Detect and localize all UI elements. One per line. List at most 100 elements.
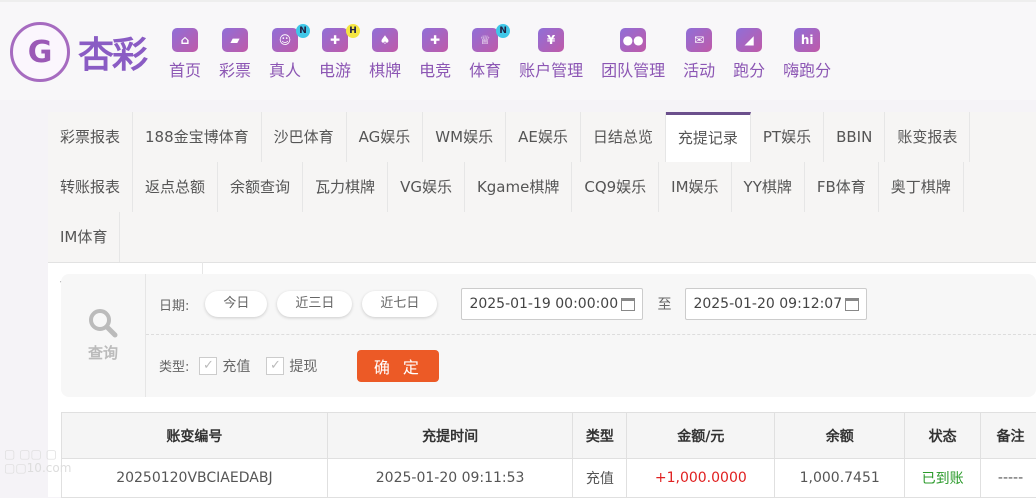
nav-label: 首页 xyxy=(169,57,201,81)
nav-label: 彩票 xyxy=(219,57,251,81)
main-nav: ⌂首页 ▰ 彩票 ☺N真人✚H电游 ♠ 棋牌 ✚ 电竞 ♕N体育 ¥ 账户管理 ●● 团队管理 ✉ 活动 ◢ 跑… xyxy=(160,28,840,81)
team-icon: ●● xyxy=(620,28,646,52)
today-button[interactable]: 今日 xyxy=(205,291,267,317)
tab-17[interactable]: CQ9娱乐 xyxy=(572,162,659,212)
tab-14[interactable]: 瓦力棋牌 xyxy=(303,162,388,212)
nav-item-5[interactable]: ✚ 电竞 xyxy=(410,28,460,81)
logo-text: 杏彩 xyxy=(78,26,146,78)
query-label-column: 查询 xyxy=(61,274,146,397)
tab-12[interactable]: 返点总额 xyxy=(133,162,218,212)
column-header: 备注 xyxy=(981,413,1036,459)
deposit-checkbox[interactable]: ✓充值 xyxy=(199,356,250,376)
gift-icon: ✉ xyxy=(686,28,712,52)
tab-5[interactable]: AE娱乐 xyxy=(506,112,581,162)
nav-item-2[interactable]: ☺N真人 xyxy=(260,28,310,81)
watermark: ▢ ▢▢ ▢▢▢10.com xyxy=(4,447,71,475)
column-header: 金额/元 xyxy=(627,413,775,459)
nav-item-8[interactable]: ●● 团队管理 xyxy=(592,28,674,81)
nav-label: 真人 xyxy=(269,57,301,81)
nav-label: 体育 xyxy=(469,57,501,81)
end-date-value: 2025-01-20 09:12:07 xyxy=(693,296,842,312)
nav-item-3[interactable]: ✚H电游 xyxy=(310,28,360,81)
tab-10[interactable]: 账变报表 xyxy=(885,112,970,162)
table-cell: ----- xyxy=(981,459,1036,498)
nav-item-6[interactable]: ♕N体育 xyxy=(460,28,510,81)
top-header: G 杏彩 ⌂首页▰彩票☺N真人✚H电游♠棋牌✚电竞♕N体育¥账户管理●●团队管理… xyxy=(0,0,1036,100)
nav-label: 嗨跑分 xyxy=(783,57,831,81)
table-cell: 充值 xyxy=(573,459,627,498)
badge-n: N xyxy=(296,24,310,38)
last-3-days-button[interactable]: 近三日 xyxy=(277,291,352,317)
tab-row-filler xyxy=(970,112,1036,162)
column-header: 状态 xyxy=(905,413,981,459)
tab-18[interactable]: IM娱乐 xyxy=(659,162,731,212)
end-date-input[interactable]: 2025-01-20 09:12:07 xyxy=(685,288,867,320)
cards-icon: ♠ xyxy=(372,28,398,52)
nav-label: 棋牌 xyxy=(369,57,401,81)
table-cell: +1,000.0000 xyxy=(627,459,775,498)
nav-label: 电竞 xyxy=(419,57,451,81)
table-cell: 已到账 xyxy=(905,459,981,498)
ticket-icon: ▰ xyxy=(222,28,248,52)
rhino-icon: ◢ xyxy=(736,28,762,52)
nav-item-4[interactable]: ♠ 棋牌 xyxy=(360,28,410,81)
tab-3[interactable]: AG娱乐 xyxy=(347,112,424,162)
badge-h: H xyxy=(346,24,360,38)
withdraw-label: 提现 xyxy=(289,356,317,376)
start-date-input[interactable]: 2025-01-19 00:00:00 xyxy=(461,288,643,320)
tab-16[interactable]: Kgame棋牌 xyxy=(465,162,572,212)
table-cell: 20250120VBCIAEDABJ xyxy=(62,459,328,498)
column-header: 余额 xyxy=(775,413,905,459)
tab-9[interactable]: BBIN xyxy=(824,112,885,162)
report-tabs: 彩票报表188金宝博体育沙巴体育AG娱乐WM娱乐AE娱乐日结总览充提记录PT娱乐… xyxy=(48,112,1036,263)
nav-label: 团队管理 xyxy=(601,57,665,81)
nav-label: 活动 xyxy=(683,57,715,81)
tab-20[interactable]: FB体育 xyxy=(805,162,879,212)
tab-0[interactable]: 彩票报表 xyxy=(48,112,133,162)
query-panel: 查询 日期: 今日 近三日 近七日 2025-01-19 00:00:00 至 … xyxy=(61,274,1036,397)
type-label: 类型: xyxy=(159,356,189,375)
records-table: 账变编号充提时间类型金额/元余额状态备注 20250120VBCIAEDABJ2… xyxy=(61,412,1036,498)
date-label: 日期: xyxy=(159,295,189,314)
nav-item-1[interactable]: ▰ 彩票 xyxy=(210,28,260,81)
tab-22[interactable]: IM体育 xyxy=(48,212,120,262)
tab-21[interactable]: 奥丁棋牌 xyxy=(879,162,964,212)
nav-label: 跑分 xyxy=(733,57,765,81)
nav-label: 账户管理 xyxy=(519,57,583,81)
checkmark-icon[interactable]: ✓ xyxy=(266,357,284,375)
tab-8[interactable]: PT娱乐 xyxy=(751,112,824,162)
nav-label: 电游 xyxy=(319,57,351,81)
query-title: 查询 xyxy=(88,342,118,363)
yen-coin-icon: ¥ xyxy=(538,28,564,52)
logo[interactable]: G 杏彩 xyxy=(10,22,146,82)
tab-6[interactable]: 日结总览 xyxy=(581,112,666,162)
calendar-icon[interactable] xyxy=(845,298,859,311)
tab-2[interactable]: 沙巴体育 xyxy=(262,112,347,162)
tab-11[interactable]: 转账报表 xyxy=(48,162,133,212)
nav-item-0[interactable]: ⌂首页 xyxy=(160,28,210,81)
column-header: 充提时间 xyxy=(327,413,573,459)
nav-item-10[interactable]: ◢ 跑分 xyxy=(724,28,774,81)
dealer-icon: ☺ xyxy=(272,28,298,52)
withdraw-checkbox[interactable]: ✓ 提现 xyxy=(266,356,317,376)
to-label: 至 xyxy=(657,294,671,314)
nav-item-11[interactable]: hi嗨跑分 xyxy=(774,28,840,81)
tab-19[interactable]: YY棋牌 xyxy=(732,162,805,212)
calendar-icon[interactable] xyxy=(621,298,635,311)
gamepad-icon: ✚ xyxy=(422,28,448,52)
nav-item-7[interactable]: ¥ 账户管理 xyxy=(510,28,592,81)
column-header: 类型 xyxy=(573,413,627,459)
content-panel: 彩票报表188金宝博体育沙巴体育AG娱乐WM娱乐AE娱乐日结总览充提记录PT娱乐… xyxy=(48,112,1036,497)
column-header: 账变编号 xyxy=(62,413,328,459)
tab-15[interactable]: VG娱乐 xyxy=(388,162,465,212)
last-7-days-button[interactable]: 近七日 xyxy=(362,291,437,317)
confirm-button[interactable]: 确 定 xyxy=(357,350,439,382)
logo-emblem: G xyxy=(10,22,70,82)
tab-7[interactable]: 充提记录 xyxy=(666,112,751,162)
table-cell: 2025-01-20 09:11:53 xyxy=(327,459,573,498)
checkmark-icon[interactable]: ✓ xyxy=(199,357,217,375)
nav-item-9[interactable]: ✉ 活动 xyxy=(674,28,724,81)
tab-4[interactable]: WM娱乐 xyxy=(423,112,506,162)
tab-1[interactable]: 188金宝博体育 xyxy=(133,112,262,162)
tab-13[interactable]: 余额查询 xyxy=(218,162,303,212)
